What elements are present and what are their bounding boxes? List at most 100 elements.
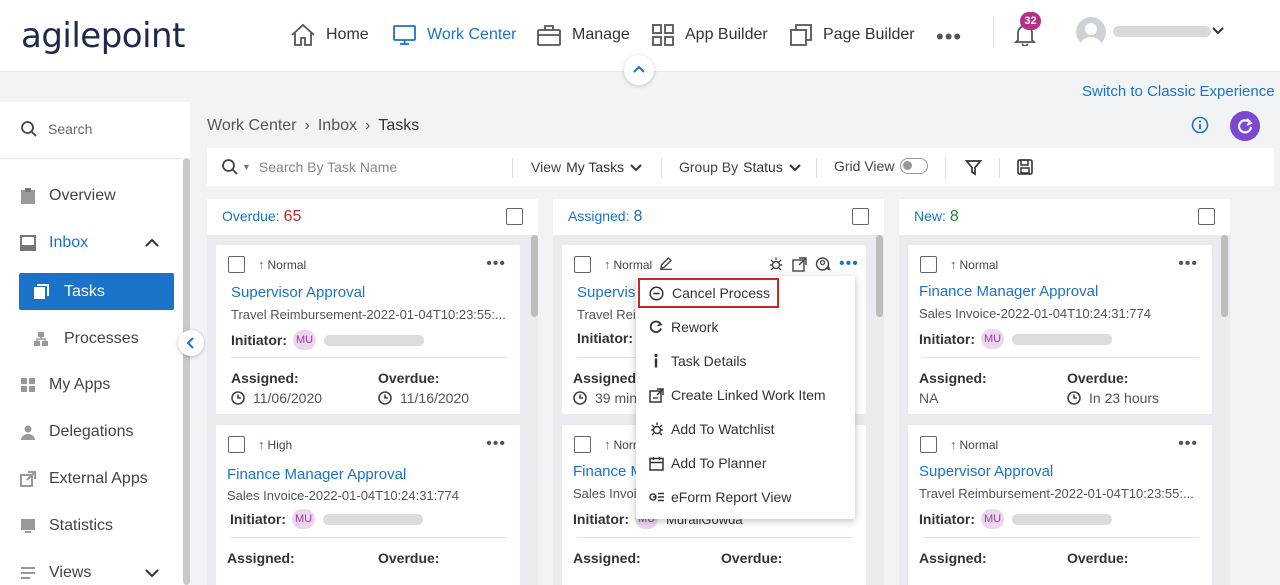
nav-home[interactable]: Home bbox=[290, 20, 369, 50]
task-title-link[interactable]: Finance Manager Approval bbox=[919, 283, 1098, 300]
task-checkbox[interactable] bbox=[574, 436, 591, 453]
task-subtitle: Sales Invoice bbox=[573, 486, 643, 501]
monitor-icon bbox=[392, 23, 417, 47]
menu-item-add-to-watchlist[interactable]: Add To Watchlist bbox=[636, 412, 855, 446]
task-checkbox[interactable] bbox=[228, 256, 245, 273]
chevron-down-icon[interactable]: ▼ bbox=[242, 162, 251, 172]
task-subtitle: Travel Reimbursement-2022-01-04T10:23:55… bbox=[919, 486, 1194, 501]
grid-view-toggle[interactable]: Grid View bbox=[834, 158, 929, 174]
column-header: Assigned: 8 bbox=[553, 199, 884, 235]
nav-work-center[interactable]: Work Center bbox=[392, 20, 517, 50]
assigned-value: NA bbox=[919, 390, 939, 406]
list-icon bbox=[20, 565, 36, 581]
breadcrumb-inbox[interactable]: Inbox bbox=[318, 117, 357, 135]
sidebar-item-views[interactable]: Views bbox=[0, 555, 182, 585]
task-card[interactable]: ↑Normal ••• Supervisor Approval Travel R… bbox=[216, 245, 520, 414]
collapse-header-button[interactable] bbox=[624, 55, 654, 85]
switch-classic-link[interactable]: Switch to Classic Experience bbox=[1082, 83, 1275, 100]
sidebar-item-delegations[interactable]: Delegations bbox=[0, 414, 182, 450]
chevron-down-icon bbox=[630, 163, 642, 172]
sidebar-divider bbox=[0, 158, 182, 159]
select-all-checkbox[interactable] bbox=[506, 208, 523, 225]
menu-item-task-details[interactable]: Task Details bbox=[636, 344, 855, 378]
sidebar-item-my-apps[interactable]: My Apps bbox=[0, 367, 182, 403]
sidebar-item-inbox[interactable]: Inbox bbox=[0, 225, 182, 261]
column-header: New: 8 bbox=[899, 199, 1230, 235]
card-divider bbox=[231, 357, 507, 358]
info-icon[interactable] bbox=[1191, 116, 1209, 134]
sidebar-item-statistics[interactable]: Statistics bbox=[0, 508, 182, 544]
task-title-link[interactable]: Supervisor Approval bbox=[919, 463, 1053, 480]
more-options-button[interactable]: ••• bbox=[1178, 255, 1198, 273]
task-card[interactable]: ↑Normal ••• Supervisor Approval Travel R… bbox=[908, 425, 1212, 585]
toolbar-divider bbox=[999, 158, 1000, 178]
sidebar-item-external-apps[interactable]: External Apps bbox=[0, 461, 182, 497]
task-checkbox[interactable] bbox=[920, 256, 937, 273]
rework-icon bbox=[649, 320, 663, 334]
task-title-link[interactable]: Finance Manager Approval bbox=[573, 463, 643, 480]
menu-item-cancel-process[interactable]: Cancel Process bbox=[638, 278, 779, 308]
initiator-name-redacted bbox=[324, 334, 424, 346]
select-all-checkbox[interactable] bbox=[1198, 208, 1215, 225]
group-by-dropdown[interactable]: Group By Status bbox=[679, 159, 801, 175]
select-all-checkbox[interactable] bbox=[852, 208, 869, 225]
card-actions: ••• bbox=[768, 255, 859, 273]
menu-item-eform-report-view[interactable]: eForm Report View bbox=[636, 480, 855, 514]
filter-icon[interactable] bbox=[965, 159, 982, 176]
initiator-avatar: MU bbox=[981, 329, 1004, 349]
view-dropdown[interactable]: View My Tasks bbox=[531, 159, 642, 175]
nav-manage[interactable]: Manage bbox=[536, 20, 630, 50]
menu-item-rework[interactable]: Rework bbox=[636, 310, 855, 344]
more-options-button[interactable]: ••• bbox=[839, 255, 859, 273]
breadcrumb-work-center[interactable]: Work Center bbox=[207, 117, 297, 135]
initiator-row: Initiator: MU bbox=[231, 330, 424, 350]
task-title-link[interactable]: Finance Manager Approval bbox=[227, 466, 406, 483]
report-icon bbox=[649, 491, 665, 503]
task-title-link[interactable]: Supervisor Approval bbox=[577, 284, 645, 301]
sidebar-item-processes[interactable]: Processes bbox=[19, 320, 174, 357]
avatar[interactable] bbox=[1076, 17, 1106, 47]
arrow-up-icon: ↑ bbox=[950, 437, 957, 452]
column-scrollbar[interactable] bbox=[531, 235, 538, 317]
column-scrollbar[interactable] bbox=[876, 235, 883, 317]
task-search[interactable]: ▼ Search By Task Name bbox=[221, 158, 397, 176]
more-options-button[interactable]: ••• bbox=[486, 255, 506, 273]
task-checkbox[interactable] bbox=[574, 256, 591, 273]
menu-item-create-linked-work-item[interactable]: Create Linked Work Item bbox=[636, 378, 855, 412]
task-search-input[interactable]: Search By Task Name bbox=[259, 159, 397, 175]
toggle-switch[interactable] bbox=[900, 158, 929, 174]
refresh-button[interactable] bbox=[1230, 111, 1260, 141]
column-scrollbar[interactable] bbox=[1221, 235, 1228, 317]
task-checkbox[interactable] bbox=[228, 436, 245, 453]
grid-icon bbox=[651, 23, 675, 47]
chevron-up-icon[interactable] bbox=[145, 238, 159, 248]
sidebar-item-tasks[interactable]: Tasks bbox=[19, 273, 174, 310]
task-card[interactable]: ↑ High ••• Finance Manager Approval Sales… bbox=[216, 425, 520, 585]
nav-page-builder[interactable]: Page Builder bbox=[789, 20, 915, 50]
open-external-icon[interactable] bbox=[792, 256, 807, 272]
reassign-icon[interactable] bbox=[815, 256, 831, 272]
nav-app-builder[interactable]: App Builder bbox=[651, 20, 768, 50]
chevron-down-icon[interactable] bbox=[1212, 26, 1224, 36]
task-title-link[interactable]: Supervisor Approval bbox=[231, 284, 365, 301]
minus-circle-icon bbox=[649, 285, 664, 301]
chevron-down-icon[interactable] bbox=[145, 568, 159, 578]
task-checkbox[interactable] bbox=[920, 436, 937, 453]
sidebar-search[interactable]: Search bbox=[20, 120, 92, 138]
task-card[interactable]: ↑ Normal ••• Finance Manager Approval Sal… bbox=[908, 245, 1212, 414]
agilepoint-logo[interactable]: agilepoint bbox=[21, 16, 185, 56]
priority-label: ↑ Normal bbox=[604, 257, 653, 272]
search-icon bbox=[21, 121, 37, 137]
more-options-button[interactable]: ••• bbox=[486, 435, 506, 453]
collapse-sidebar-button[interactable] bbox=[178, 330, 204, 356]
save-icon[interactable] bbox=[1017, 159, 1033, 175]
sidebar-scrollbar[interactable] bbox=[183, 158, 190, 585]
menu-item-add-to-planner[interactable]: Add To Planner bbox=[636, 446, 855, 480]
bug-icon[interactable] bbox=[768, 256, 784, 272]
pencil-icon[interactable] bbox=[659, 256, 673, 270]
more-nav-button[interactable]: ••• bbox=[936, 24, 962, 50]
sidebar-item-overview[interactable]: Overview bbox=[0, 178, 182, 214]
initiator-name-redacted bbox=[323, 513, 423, 525]
more-options-button[interactable]: ••• bbox=[1178, 435, 1198, 453]
external-link-icon bbox=[20, 471, 36, 487]
